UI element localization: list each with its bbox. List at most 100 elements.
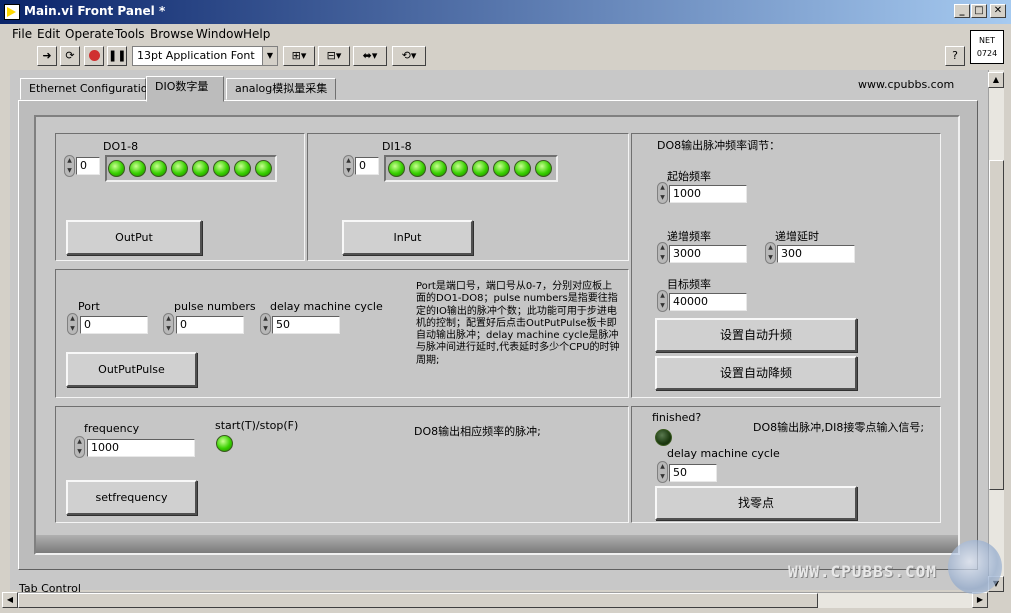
input-button[interactable]: InPut bbox=[342, 220, 473, 255]
distribute-objects-icon[interactable]: ⊟▾ bbox=[318, 46, 350, 66]
menu-browse[interactable]: Browse bbox=[150, 27, 194, 41]
di-led-3 bbox=[430, 160, 447, 177]
do-leds bbox=[108, 160, 272, 177]
set-frequency-button[interactable]: setfrequency bbox=[66, 480, 197, 515]
font-select-value: 13pt Application Font bbox=[137, 49, 255, 62]
zero-description: DO8输出脉冲,DI8接零点输入信号; bbox=[753, 421, 925, 434]
do-value-field[interactable]: 0 bbox=[76, 157, 100, 175]
di-led-7 bbox=[514, 160, 531, 177]
increment-frequency-field[interactable]: 3000 bbox=[669, 245, 747, 263]
di-label: DI1-8 bbox=[382, 140, 412, 153]
frequency-label: frequency bbox=[84, 422, 140, 435]
reorder-icon[interactable]: ⟲▾ bbox=[392, 46, 426, 66]
tab-analog[interactable]: analog模拟量采集 bbox=[226, 78, 336, 100]
do-spinner[interactable]: ▲ ▼ bbox=[64, 155, 75, 177]
tab-control-label: Tab Control bbox=[19, 582, 81, 595]
delay-cycle-label: delay machine cycle bbox=[270, 300, 383, 313]
do-led-6 bbox=[213, 160, 230, 177]
pulse-numbers-label: pulse numbers bbox=[174, 300, 256, 313]
di-spinner[interactable]: ▲ ▼ bbox=[343, 155, 354, 177]
frequency-description: DO8输出相应频率的脉冲; bbox=[414, 425, 541, 438]
do-label: DO1-8 bbox=[103, 140, 139, 153]
di-value-field[interactable]: 0 bbox=[355, 157, 379, 175]
vi-icon: NET 0724 bbox=[970, 30, 1004, 64]
port-field[interactable]: 0 bbox=[80, 316, 148, 334]
output-pulse-button[interactable]: OutPutPulse bbox=[66, 352, 197, 387]
target-frequency-spinner[interactable]: ▲ ▼ bbox=[657, 290, 668, 312]
increment-frequency-label: 递增频率 bbox=[667, 230, 711, 243]
di-led-2 bbox=[409, 160, 426, 177]
menu-operate[interactable]: Operate bbox=[65, 27, 114, 41]
resize-objects-icon[interactable]: ⬌▾ bbox=[353, 46, 387, 66]
increment-delay-field[interactable]: 300 bbox=[777, 245, 855, 263]
pulse-numbers-spinner[interactable]: ▲ ▼ bbox=[163, 313, 174, 335]
do-led-7 bbox=[234, 160, 251, 177]
abort-icon[interactable] bbox=[84, 46, 104, 66]
pulse-numbers-field[interactable]: 0 bbox=[176, 316, 244, 334]
do-led-2 bbox=[129, 160, 146, 177]
run-arrow-icon[interactable]: ➜ bbox=[37, 46, 57, 66]
do-led-5 bbox=[192, 160, 209, 177]
globe-logo-icon bbox=[948, 540, 1002, 594]
tab-ethernet-configuration[interactable]: Ethernet Configuration bbox=[20, 78, 154, 100]
tab-dio[interactable]: DIO数字量 bbox=[146, 76, 224, 102]
maximize-button[interactable]: □ bbox=[971, 4, 987, 18]
di-led-5 bbox=[472, 160, 489, 177]
menu-help[interactable]: Help bbox=[243, 27, 270, 41]
scroll-right-icon[interactable]: ▶ bbox=[972, 592, 988, 608]
pulse-description: Port是端口号，端口号从0-7，分别对应板上面的DO1-DO8；pulse n… bbox=[416, 281, 620, 366]
menu-tools[interactable]: Tools bbox=[115, 27, 145, 41]
ramp-title: DO8输出脉冲频率调节： bbox=[657, 139, 781, 152]
menu-file[interactable]: File bbox=[12, 27, 32, 41]
run-continuously-icon[interactable]: ⟳ bbox=[60, 46, 80, 66]
scroll-up-icon[interactable]: ▲ bbox=[988, 72, 1004, 88]
auto-ramp-down-button[interactable]: 设置自动降频 bbox=[655, 356, 857, 390]
start-frequency-label: 起始频率 bbox=[667, 170, 711, 183]
watermark: WWW.CPUBBS.COM bbox=[788, 562, 937, 581]
increment-delay-spinner[interactable]: ▲ ▼ bbox=[765, 242, 776, 264]
horizontal-scroll-thumb[interactable] bbox=[18, 593, 818, 608]
target-frequency-field[interactable]: 40000 bbox=[669, 293, 747, 311]
di-led-6 bbox=[493, 160, 510, 177]
minimize-button[interactable]: _ bbox=[954, 4, 970, 18]
di-led-4 bbox=[451, 160, 468, 177]
start-stop-label: start(T)/stop(F) bbox=[215, 419, 299, 432]
vertical-scroll-thumb[interactable] bbox=[989, 160, 1004, 490]
frequency-field[interactable]: 1000 bbox=[87, 439, 195, 457]
di-leds bbox=[388, 160, 552, 177]
zero-delay-label: delay machine cycle bbox=[667, 447, 780, 460]
close-button[interactable]: ✕ bbox=[990, 4, 1006, 18]
pause-icon[interactable]: ❚❚ bbox=[107, 46, 127, 66]
auto-ramp-up-button[interactable]: 设置自动升频 bbox=[655, 318, 857, 352]
zero-delay-field[interactable]: 50 bbox=[669, 464, 717, 482]
find-zero-button[interactable]: 找零点 bbox=[655, 486, 857, 520]
increment-frequency-spinner[interactable]: ▲ ▼ bbox=[657, 242, 668, 264]
delay-cycle-field[interactable]: 50 bbox=[272, 316, 340, 334]
increment-delay-label: 递增延时 bbox=[775, 230, 819, 243]
port-label: Port bbox=[78, 300, 100, 313]
align-objects-icon[interactable]: ⊞▾ bbox=[283, 46, 315, 66]
start-stop-led[interactable] bbox=[216, 435, 233, 452]
vi-icon-code: 0724 bbox=[976, 49, 998, 58]
vi-icon-net: NET bbox=[979, 36, 995, 45]
menu-window[interactable]: Window bbox=[196, 27, 243, 41]
delay-cycle-spinner[interactable]: ▲ ▼ bbox=[260, 313, 271, 335]
finished-led bbox=[655, 429, 672, 446]
frequency-spinner[interactable]: ▲ ▼ bbox=[74, 436, 85, 458]
start-frequency-field[interactable]: 1000 bbox=[669, 185, 747, 203]
do-led-4 bbox=[171, 160, 188, 177]
font-select[interactable]: 13pt Application Font ▼ bbox=[132, 46, 278, 66]
zero-delay-spinner[interactable]: ▲ ▼ bbox=[657, 461, 668, 483]
site-link[interactable]: www.cpubbs.com bbox=[858, 78, 954, 91]
port-spinner[interactable]: ▲ ▼ bbox=[67, 313, 78, 335]
scroll-left-icon[interactable]: ◀ bbox=[2, 592, 18, 608]
help-icon[interactable]: ? bbox=[945, 46, 965, 66]
start-frequency-spinner[interactable]: ▲ ▼ bbox=[657, 182, 668, 204]
labview-icon bbox=[4, 4, 20, 20]
window-title: Main.vi Front Panel * bbox=[24, 4, 166, 18]
output-button[interactable]: OutPut bbox=[66, 220, 202, 255]
menu-edit[interactable]: Edit bbox=[37, 27, 60, 41]
finished-label: finished? bbox=[652, 411, 702, 424]
target-frequency-label: 目标频率 bbox=[667, 278, 711, 291]
di-led-8 bbox=[535, 160, 552, 177]
